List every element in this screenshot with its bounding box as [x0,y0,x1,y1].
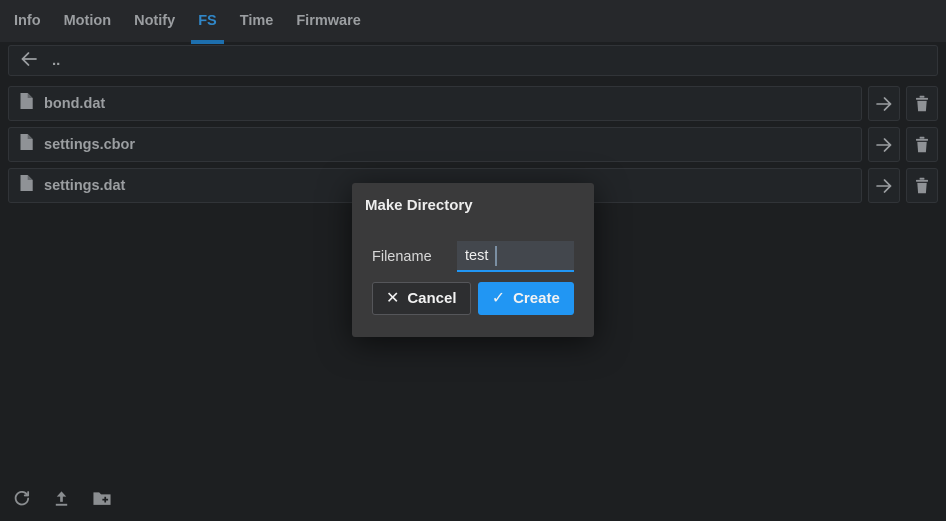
file-name: settings.cbor [44,137,135,153]
open-file-button[interactable] [868,168,900,203]
tab-time[interactable]: Time [233,0,281,42]
make-directory-dialog: Make Directory Filename ✕ Cancel ✓ Creat… [352,183,594,337]
delete-file-button[interactable] [906,168,938,203]
file-entry[interactable]: settings.cbor [8,127,862,162]
dialog-form: Filename [372,241,574,272]
create-button[interactable]: ✓ Create [478,282,575,315]
cancel-button-label: Cancel [407,290,456,307]
filename-input[interactable] [457,241,574,272]
fs-toolbar [12,489,112,508]
open-file-button[interactable] [868,127,900,162]
delete-file-button[interactable] [906,86,938,121]
arrow-right-icon [874,95,894,113]
file-icon [19,92,34,115]
trash-icon [914,136,930,153]
tab-info[interactable]: Info [7,0,48,42]
refresh-icon[interactable] [12,489,31,508]
x-icon: ✕ [386,291,399,307]
tab-notify[interactable]: Notify [127,0,182,42]
arrow-right-icon [874,136,894,154]
create-button-label: Create [513,290,560,307]
dialog-title: Make Directory [352,183,594,214]
file-icon [19,133,34,156]
filename-input-wrap [457,241,574,272]
filename-label: Filename [372,249,432,265]
delete-file-button[interactable] [906,127,938,162]
upload-icon[interactable] [52,489,71,508]
cancel-button[interactable]: ✕ Cancel [372,282,471,315]
file-name: bond.dat [44,96,105,112]
text-caret [495,246,497,266]
tab-fs[interactable]: FS [191,0,224,42]
tab-motion[interactable]: Motion [57,0,119,42]
file-row: settings.cbor [8,127,938,162]
arrow-right-icon [874,177,894,195]
check-icon: ✓ [492,291,505,307]
open-file-button[interactable] [868,86,900,121]
trash-icon [914,177,930,194]
file-entry[interactable]: bond.dat [8,86,862,121]
parent-directory-row[interactable]: .. [8,45,938,76]
trash-icon [914,95,930,112]
back-arrow-icon [19,50,39,72]
file-row: bond.dat [8,86,938,121]
file-name: settings.dat [44,178,125,194]
tab-bar: Info Motion Notify FS Time Firmware [0,0,946,42]
file-icon [19,174,34,197]
dialog-buttons: ✕ Cancel ✓ Create [372,282,574,315]
parent-directory-label: .. [52,52,60,69]
tab-firmware[interactable]: Firmware [289,0,367,42]
new-folder-icon[interactable] [92,489,112,508]
